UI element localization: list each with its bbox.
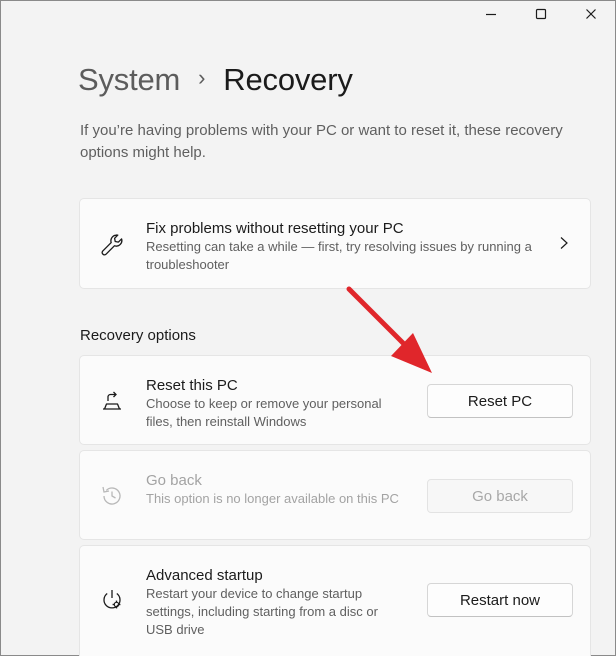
- recovery-options-heading: Recovery options: [80, 327, 196, 344]
- reset-this-pc-description: Choose to keep or remove your personal f…: [146, 396, 382, 429]
- breadcrumb: System › Recovery: [78, 58, 353, 102]
- page-title: Recovery: [223, 62, 353, 97]
- fix-problems-title: Fix problems without resetting your PC: [146, 220, 404, 237]
- reset-pc-icon: [98, 387, 126, 415]
- maximize-icon: [535, 8, 547, 20]
- advanced-startup-card: Advanced startup Restart your device to …: [79, 545, 591, 656]
- fix-problems-card[interactable]: Fix problems without resetting your PC R…: [79, 198, 591, 289]
- advanced-startup-icon: [98, 586, 126, 614]
- go-back-title: Go back: [146, 472, 202, 489]
- go-back-description: This option is no longer available on th…: [146, 491, 399, 506]
- chevron-right-icon: [558, 236, 570, 255]
- reset-this-pc-card: Reset this PC Choose to keep or remove y…: [79, 355, 591, 445]
- breadcrumb-separator: ›: [198, 65, 206, 90]
- advanced-startup-title: Advanced startup: [146, 567, 263, 584]
- wrench-icon: [98, 231, 126, 259]
- breadcrumb-system-link[interactable]: System: [78, 62, 180, 98]
- go-back-card: Go back This option is no longer availab…: [79, 450, 591, 540]
- reset-pc-button[interactable]: Reset PC: [427, 384, 573, 418]
- minimize-button[interactable]: [468, 0, 514, 28]
- reset-this-pc-title: Reset this PC: [146, 377, 238, 394]
- close-icon: [586, 9, 596, 19]
- restart-now-button[interactable]: Restart now: [427, 583, 573, 617]
- go-back-button[interactable]: Go back: [427, 479, 573, 513]
- advanced-startup-description: Restart your device to change startup se…: [146, 586, 378, 637]
- maximize-button[interactable]: [518, 0, 564, 28]
- close-button[interactable]: [568, 0, 614, 28]
- minimize-icon: [486, 13, 496, 16]
- fix-problems-description: Resetting can take a while — first, try …: [146, 239, 532, 272]
- history-icon: [98, 482, 126, 510]
- intro-text: If you’re having problems with your PC o…: [80, 122, 563, 161]
